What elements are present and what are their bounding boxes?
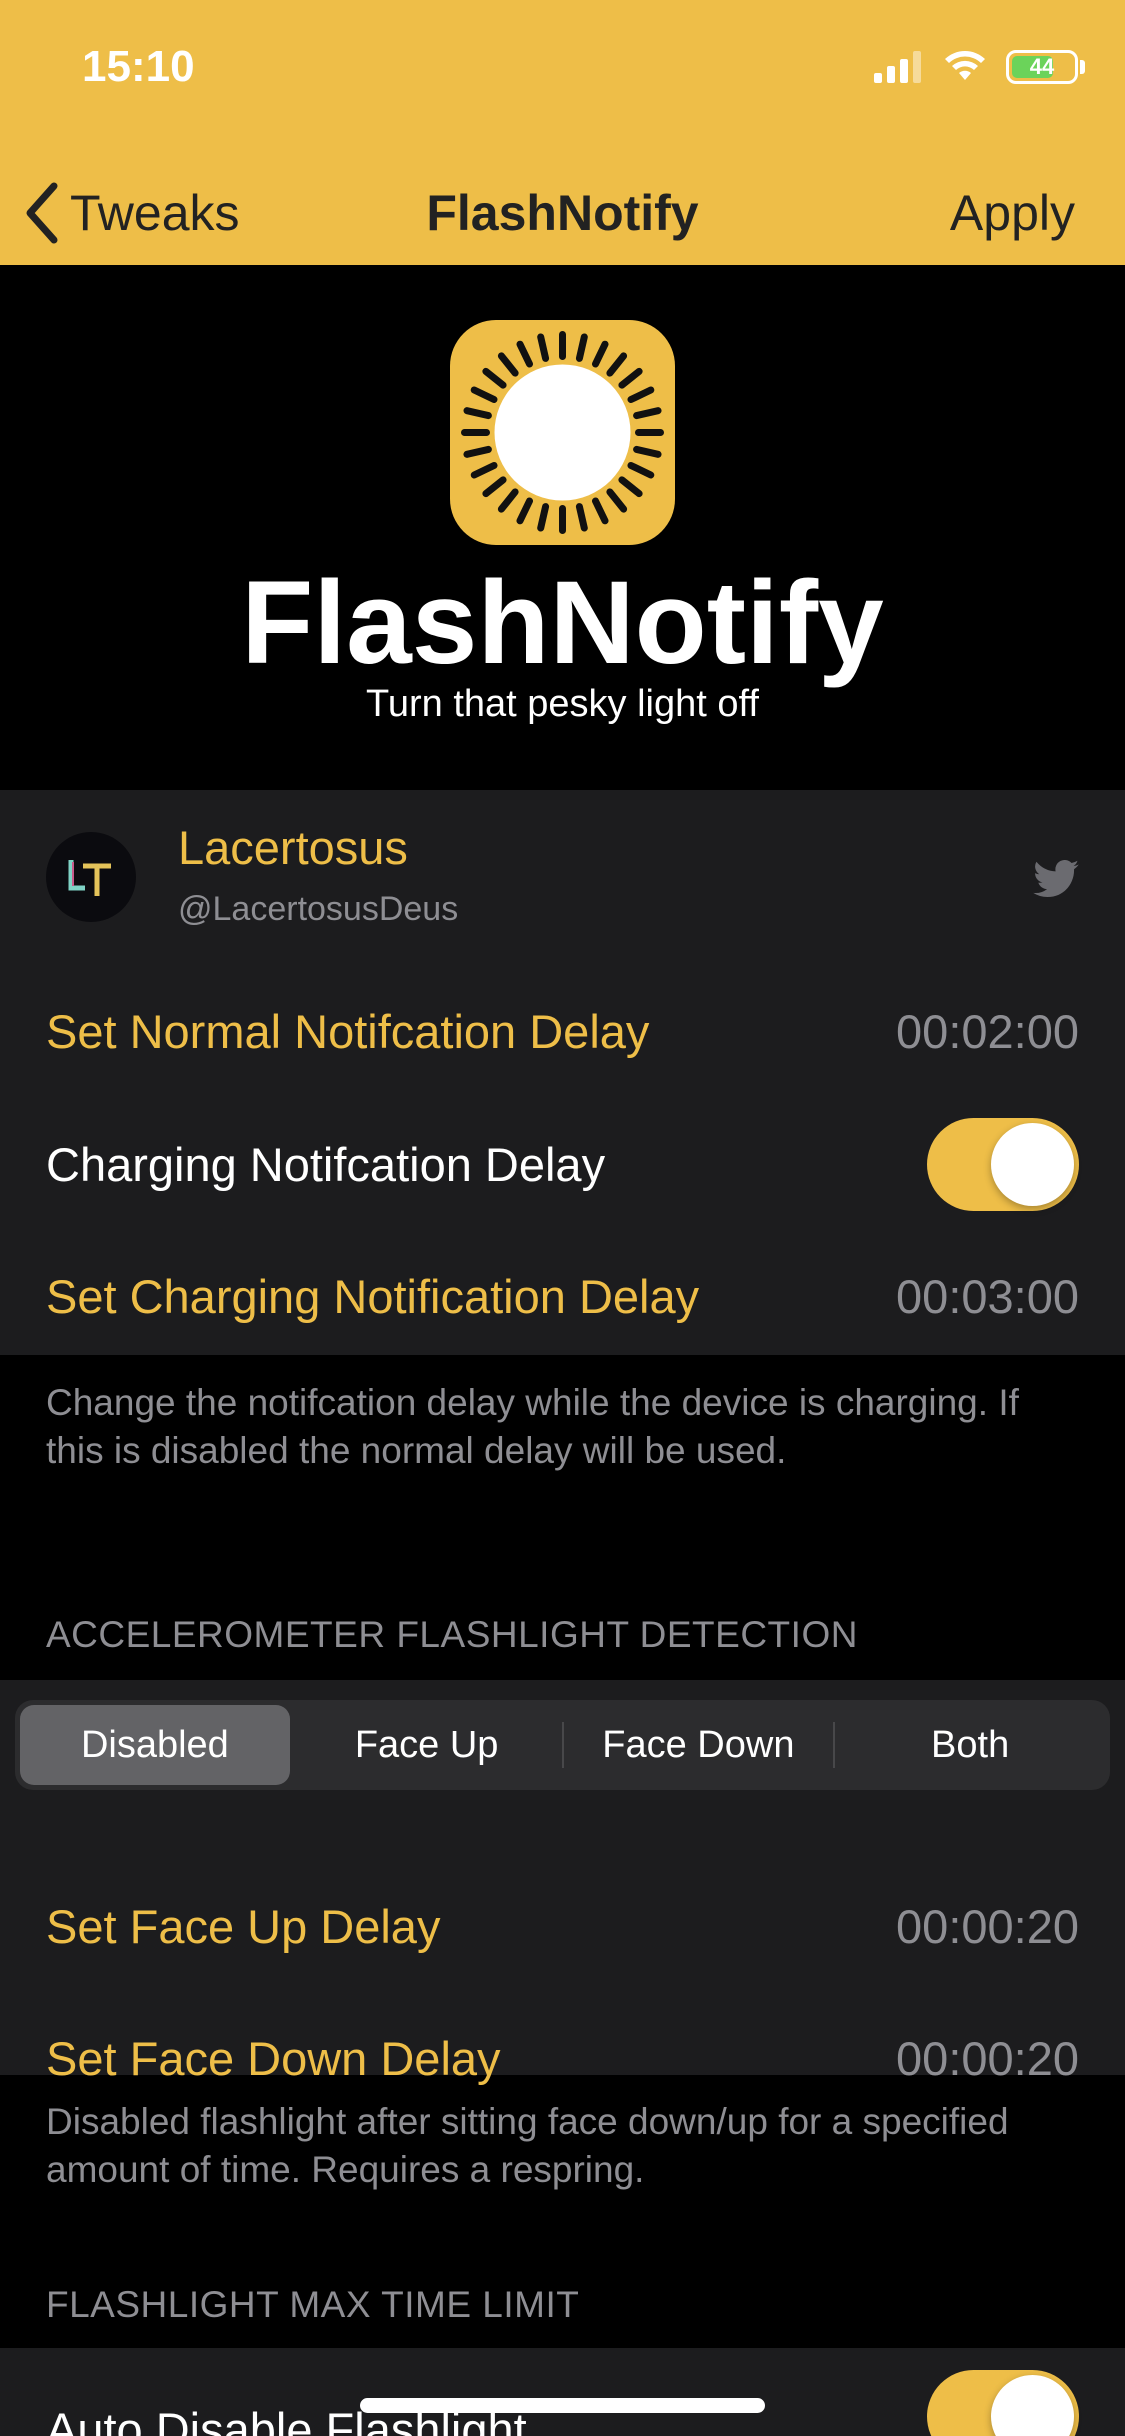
- segment-face-up[interactable]: Face Up: [292, 1705, 562, 1785]
- accelerometer-section-header: ACCELEROMETER FLASHLIGHT DETECTION: [46, 1614, 858, 1655]
- face-up-delay-cell[interactable]: Set Face Up Delay 00:00:20: [0, 1860, 1125, 1992]
- back-button[interactable]: Tweaks: [24, 160, 240, 265]
- detection-mode-segmented-control: Disabled Face Up Face Down Both: [15, 1700, 1110, 1790]
- segment-disabled[interactable]: Disabled: [20, 1705, 290, 1785]
- navigation-bar: Tweaks FlashNotify Apply: [0, 160, 1125, 265]
- wifi-icon: [945, 51, 985, 80]
- charging-footer: Change the notifcation delay while the d…: [46, 1382, 1019, 1471]
- face-down-delay-label: Set Face Down Delay: [46, 2031, 501, 2085]
- battery-level: 44: [1029, 54, 1055, 79]
- chevron-left-icon: [26, 182, 58, 243]
- sun-icon: [461, 331, 664, 534]
- face-up-delay-label: Set Face Up Delay: [46, 1899, 441, 1953]
- battery-icon: 44: [1006, 50, 1085, 84]
- charging-delay-toggle[interactable]: [927, 1117, 1079, 1211]
- max-time-section-header: FLASHLIGHT MAX TIME LIMIT: [46, 2284, 580, 2325]
- status-icons: 44: [874, 50, 1085, 84]
- settings-group-max-time: Auto Disable Flashlight: [0, 2348, 1125, 2436]
- normal-delay-value: 00:02:00: [896, 1004, 1079, 1058]
- profile-handle: @LacertosusDeus: [178, 890, 459, 928]
- status-bar: 15:10 44: [0, 0, 1125, 160]
- status-time: 15:10: [82, 42, 195, 91]
- charging-delay-label: Set Charging Notification Delay: [46, 1269, 700, 1323]
- normal-delay-label: Set Normal Notifcation Delay: [46, 1004, 650, 1058]
- app-subtitle: Turn that pesky light off: [366, 683, 759, 725]
- accelerometer-footer: Disabled flashlight after sitting face d…: [46, 2101, 1009, 2190]
- tweak-header: FlashNotify Turn that pesky light off: [0, 265, 1125, 790]
- app-icon: [450, 320, 675, 545]
- auto-disable-cell: Auto Disable Flashlight: [0, 2348, 1125, 2436]
- home-indicator: [360, 2398, 765, 2413]
- back-button-label: Tweaks: [70, 184, 240, 241]
- charging-delay-value: 00:03:00: [896, 1269, 1079, 1323]
- segment-both[interactable]: Both: [835, 1705, 1105, 1785]
- toggle-knob: [991, 2375, 1074, 2436]
- settings-group-delays: Lacertosus @LacertosusDeus Set Normal No…: [0, 790, 1125, 1355]
- cellular-signal-icon: [874, 51, 921, 83]
- charging-delay-toggle-cell: Charging Notifcation Delay: [0, 1098, 1125, 1230]
- auto-disable-toggle[interactable]: [927, 2370, 1079, 2436]
- charging-delay-cell[interactable]: Set Charging Notification Delay 00:03:00: [0, 1230, 1125, 1362]
- apply-button[interactable]: Apply: [950, 160, 1075, 265]
- app-name: FlashNotify: [241, 557, 884, 689]
- normal-delay-cell[interactable]: Set Normal Notifcation Delay 00:02:00: [0, 965, 1125, 1097]
- twitter-icon: [1033, 860, 1079, 898]
- face-down-delay-value: 00:00:20: [896, 2031, 1079, 2085]
- avatar: [46, 832, 136, 922]
- charging-toggle-label: Charging Notifcation Delay: [46, 1137, 606, 1191]
- toggle-knob: [991, 1122, 1074, 1206]
- profile-name: Lacertosus: [178, 821, 408, 874]
- lt-logo-icon: [68, 860, 111, 896]
- face-up-delay-value: 00:00:20: [896, 1899, 1079, 1953]
- developer-profile-cell[interactable]: Lacertosus @LacertosusDeus: [0, 790, 1125, 965]
- segment-face-down[interactable]: Face Down: [564, 1705, 834, 1785]
